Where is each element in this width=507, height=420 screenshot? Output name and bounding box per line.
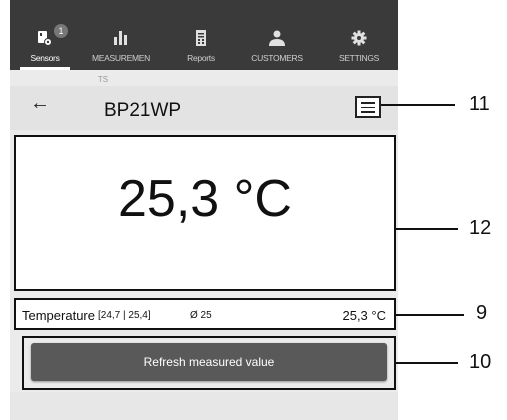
tab-customers[interactable]: CUSTOMERS (234, 0, 320, 70)
sensors-icon (36, 30, 54, 46)
measurement-range: [24,7 | 25,4] (98, 310, 151, 321)
tab-label: Reports (187, 53, 215, 63)
callout-line (396, 228, 458, 230)
report-icon (192, 30, 210, 46)
tab-label: Sensors (30, 53, 60, 63)
measurement-name: Temperature (22, 308, 95, 323)
refresh-highlight-frame: Refresh measured value (22, 336, 396, 390)
measurement-current-value: 25,3 °C (342, 308, 386, 323)
page-title: BP21WP (104, 100, 182, 121)
bar-chart-icon (112, 30, 130, 46)
tab-settings[interactable]: SETTINGS (324, 0, 394, 70)
hamburger-menu-icon[interactable] (355, 96, 381, 118)
tab-sensors[interactable]: 1 Sensors (14, 0, 76, 70)
title-bar: ← BP21WP (10, 86, 398, 130)
bottom-area (10, 392, 398, 420)
tab-reports[interactable]: Reports (170, 0, 232, 70)
notification-badge: 1 (54, 24, 68, 38)
gear-icon (350, 30, 368, 46)
big-temperature-value: 25,3 °C (117, 170, 292, 228)
top-nav-bar: 1 Sensors MEASUREMEN Reports CUSTOMERS S… (10, 0, 398, 70)
callout-number: 9 (476, 302, 488, 324)
refresh-button[interactable]: Refresh measured value (31, 343, 387, 381)
tab-label: MEASUREMEN (92, 53, 150, 63)
callout-line (381, 104, 455, 106)
callout-number: 12 (469, 217, 492, 239)
callout-number: 11 (469, 93, 490, 115)
callout-line (396, 314, 464, 316)
tab-label-overflow: TS (97, 75, 109, 84)
tab-label: SETTINGS (338, 53, 380, 63)
callout-line (396, 362, 458, 364)
callout-number: 10 (469, 351, 492, 373)
customers-icon (268, 30, 286, 46)
back-arrow-icon[interactable]: ← (30, 92, 50, 115)
measurement-average: Ø 25 (190, 310, 212, 321)
measurement-row[interactable]: Temperature [24,7 | 25,4] Ø 25 25,3 °C (14, 298, 396, 330)
measured-value-display: 25,3 °C (14, 135, 396, 291)
tab-label: CUSTOMERS (251, 53, 303, 63)
tab-measurements[interactable]: MEASUREMEN (78, 0, 164, 70)
